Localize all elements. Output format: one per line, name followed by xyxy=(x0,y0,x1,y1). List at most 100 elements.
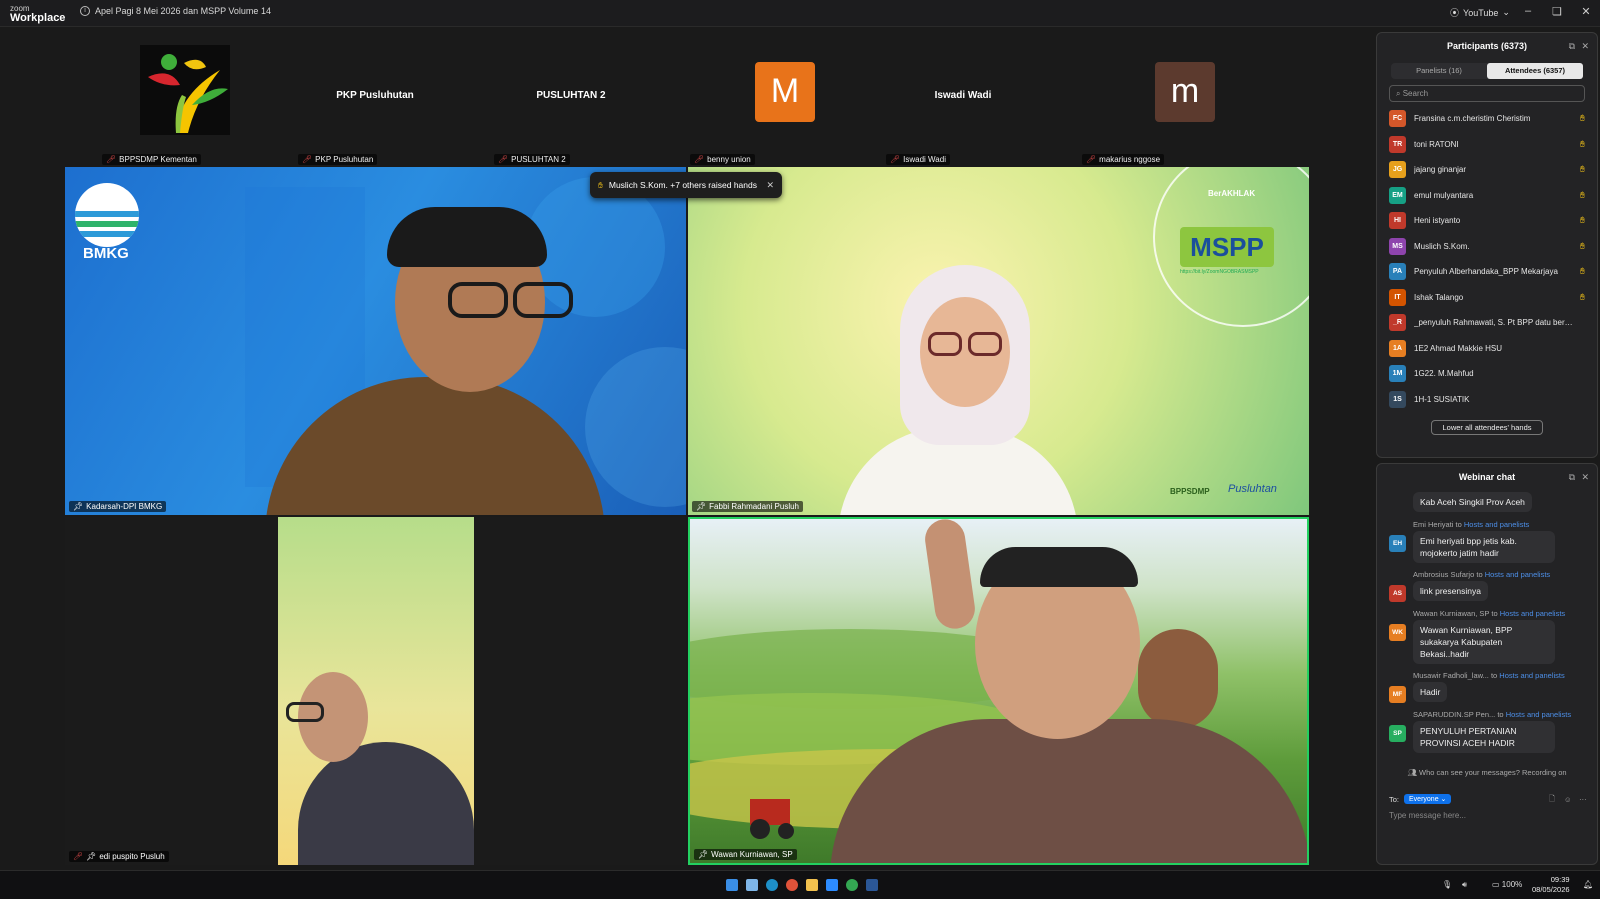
chat-message: Ambrosius Sufarjo to Hosts and panelists… xyxy=(1377,570,1597,602)
participant-name-label: 🎤︎ BPPSDMP Kementan xyxy=(102,154,201,165)
file-icon[interactable]: 🗋 xyxy=(1549,793,1555,806)
participant-name: _penyuluh Rahmawati, S. Pt BPP datu beru… xyxy=(1414,318,1573,328)
privacy-note[interactable]: 👥︎ Who can see your messages? Recording … xyxy=(1377,768,1597,777)
browser-icon[interactable] xyxy=(786,879,798,891)
participant-row[interactable]: JG jajang ginanjar ✋︎ xyxy=(1377,157,1597,183)
participant-row[interactable]: 1S 1H-1 SUSIATIK xyxy=(1377,387,1597,413)
notification-icon[interactable]: 🔔︎ xyxy=(1583,880,1593,889)
video-tile-kadarsah[interactable]: BMKG 📌︎ Kadarsah-DPI BMKG xyxy=(65,167,686,515)
chat-bubble[interactable]: Emi heriyati bpp jetis kab. mojokerto ja… xyxy=(1413,531,1555,563)
participant-name: 1H-1 SUSIATIK xyxy=(1414,394,1470,404)
pin-icon: 📌︎ xyxy=(698,850,709,859)
chat-input[interactable]: Type message here... xyxy=(1389,811,1466,820)
info-icon[interactable]: i xyxy=(80,6,90,16)
participant-row[interactable]: PA Penyuluh Alberhandaka_BPP Mekarjaya ✋︎ xyxy=(1377,259,1597,285)
volume-icon[interactable]: 🔊︎ xyxy=(1462,880,1467,890)
chat-header: Webinar chat ⧉ ✕ xyxy=(1377,464,1597,490)
participant-row[interactable]: 1M 1G22. M.Mahfud xyxy=(1377,361,1597,387)
file-explorer-icon[interactable] xyxy=(806,879,818,891)
avatar: FC xyxy=(1389,110,1406,128)
participant-row[interactable]: HI Heni istyanto ✋︎ xyxy=(1377,208,1597,234)
search-icon: ⌕ xyxy=(1396,89,1401,98)
lower-all-hands-button[interactable]: Lower all attendees' hands xyxy=(1431,420,1543,435)
tab-panelists[interactable]: Panelists (16) xyxy=(1391,63,1487,79)
close-icon[interactable]: ✕ xyxy=(1581,33,1589,59)
chat-bubble[interactable]: Hadir xyxy=(1413,682,1448,702)
minimize-button[interactable]: – xyxy=(1520,5,1536,17)
search-input[interactable]: ⌕ Search xyxy=(1389,85,1585,102)
pop-out-icon[interactable]: ⧉ xyxy=(1569,464,1575,490)
zoom-icon[interactable] xyxy=(826,879,838,891)
thumbnail-benny-union[interactable]: M 🎤︎ benny union xyxy=(672,45,862,165)
word-icon[interactable] xyxy=(866,879,878,891)
video-tile-wawan[interactable]: 📌︎ Wawan Kurniawan, SP xyxy=(688,517,1309,865)
pin-icon: 📌︎ xyxy=(696,502,707,511)
thumbnail-bppsdmp[interactable]: 🎤︎ BPPSDMP Kementan xyxy=(84,45,274,165)
bmkg-logo xyxy=(75,183,139,247)
participant-row[interactable]: 1A 1E2 Ahmad Makkie HSU xyxy=(1377,336,1597,362)
participant-name: Penyuluh Alberhandaka_BPP Mekarjaya xyxy=(1414,267,1558,277)
youtube-stream-menu[interactable]: ⦿ YouTube ⌄ xyxy=(1450,6,1510,19)
meeting-title[interactable]: i Apel Pagi 8 Mei 2026 dan MSPP Volume 1… xyxy=(80,6,271,16)
chat-message-list: Kab Aceh Singkil Prov Aceh Emi Heriyati t… xyxy=(1377,490,1597,758)
chat-message: Emi Heriyati to Hosts and panelists EH Emi… xyxy=(1377,520,1597,563)
participant-row[interactable]: IT Ishak Talango ✋︎ xyxy=(1377,285,1597,311)
microphone-icon[interactable]: 🎙︎ xyxy=(1442,880,1452,889)
raised-hand-icon: ✋︎ xyxy=(1579,240,1585,251)
participant-name: 1G22. M.Mahfud xyxy=(1414,369,1474,379)
task-view-icon[interactable] xyxy=(746,879,758,891)
more-icon[interactable]: ⋯ xyxy=(1579,795,1587,804)
participant-row[interactable]: FC Fransina c.m.cheristim Cheristim ✋︎ xyxy=(1377,106,1597,132)
tab-attendees[interactable]: Attendees (6357) xyxy=(1487,63,1583,79)
chat-bubble[interactable]: PENYULUH PERTANIAN PROVINSI ACEH HADIR xyxy=(1413,721,1555,753)
chat-bubble[interactable]: Wawan Kurniawan, BPP sukakarya Kabupaten… xyxy=(1413,620,1555,664)
background-person-face xyxy=(1138,629,1218,729)
pop-out-icon[interactable]: ⧉ xyxy=(1569,33,1575,59)
avatar: TR xyxy=(1389,135,1406,153)
chat-message: Musawir Fadholi_law... to Hosts and pane… xyxy=(1377,671,1597,703)
participant-name-label: 📌︎ Kadarsah-DPI BMKG xyxy=(69,501,167,512)
battery-indicator[interactable]: ▭ 100% xyxy=(1492,880,1522,889)
participant-row[interactable]: _R _penyuluh Rahmawati, S. Pt BPP datu be… xyxy=(1377,310,1597,336)
participant-name: Heni istyanto xyxy=(1414,216,1461,226)
thumbnail-pkp-pusluhutan[interactable]: PKP Pusluhutan 🎤︎ PKP Pusluhutan xyxy=(280,45,470,165)
chevron-down-icon: ⌄ xyxy=(1502,7,1510,17)
raised-hand-icon: ✋︎ xyxy=(598,179,603,190)
edge-icon[interactable] xyxy=(766,879,778,891)
chat-bubble[interactable]: link presensinya xyxy=(1413,581,1488,601)
thumbnail-makarius-nggose[interactable]: m 🎤︎ makarius nggose xyxy=(1064,45,1254,165)
thumbnail-iswadi-wadi[interactable]: Iswadi Wadi 🎤︎ Iswadi Wadi xyxy=(868,45,1058,165)
video-tile-edi[interactable]: 🎤︎ 📌︎ edi puspito Pusluh xyxy=(65,517,686,865)
glasses xyxy=(968,332,1002,356)
participant-name-label: 🎤︎ 📌︎ edi puspito Pusluh xyxy=(69,851,169,862)
chat-message-meta: Musawir Fadholi_law... to Hosts and pane… xyxy=(1413,671,1565,680)
emoji-icon[interactable]: ☺ xyxy=(1564,795,1572,804)
chrome-icon[interactable] xyxy=(846,879,858,891)
participant-row[interactable]: TR toni RATONI ✋︎ xyxy=(1377,132,1597,158)
close-icon[interactable]: ✕ xyxy=(766,180,774,191)
participant-row[interactable]: EM emul mulyantara ✋︎ xyxy=(1377,183,1597,209)
start-icon[interactable] xyxy=(726,879,738,891)
recipient-dropdown[interactable]: Everyone ⌄ xyxy=(1404,794,1452,804)
recipient-selector: To: Everyone ⌄ 🗋 ☺ ⋯ xyxy=(1389,793,1587,804)
video-tile-fabbi[interactable]: BerAKHLAK MSPP https://bit.ly/ZoomNGOBRA… xyxy=(688,167,1309,515)
berakhlak-logo: BerAKHLAK xyxy=(1208,189,1256,198)
raised-hand-icon: ✋︎ xyxy=(1579,113,1585,124)
participant-name-label: 🎤︎ PUSLUHTAN 2 xyxy=(494,154,570,165)
close-icon[interactable]: ✕ xyxy=(1581,464,1589,490)
close-window-button[interactable]: ✕ xyxy=(1578,5,1594,18)
glasses xyxy=(286,702,324,722)
raised-hand-icon: ✋︎ xyxy=(1579,215,1585,226)
avatar: HI xyxy=(1389,212,1406,230)
participant-name-label: 🎤︎ makarius nggose xyxy=(1082,154,1165,165)
pin-icon: 📌︎ xyxy=(73,502,84,511)
participant-row[interactable]: MS Muslich S.Kom. ✋︎ xyxy=(1377,234,1597,260)
participants-header: Participants (6373) ⧉ ✕ xyxy=(1377,33,1597,59)
thumbnail-pusluhtan-2[interactable]: PUSLUHTAN 2 🎤︎ PUSLUHTAN 2 xyxy=(476,45,666,165)
raised-hands-notification[interactable]: ✋︎ Muslich S.Kom. +7 others raised hands… xyxy=(590,172,782,198)
restore-button[interactable]: ❏ xyxy=(1549,5,1565,18)
chat-bubble[interactable]: Kab Aceh Singkil Prov Aceh xyxy=(1413,492,1532,512)
clock[interactable]: 09:39 08/05/2026 xyxy=(1532,875,1570,895)
avatar: MS xyxy=(1389,237,1406,255)
avatar: M xyxy=(755,62,815,122)
